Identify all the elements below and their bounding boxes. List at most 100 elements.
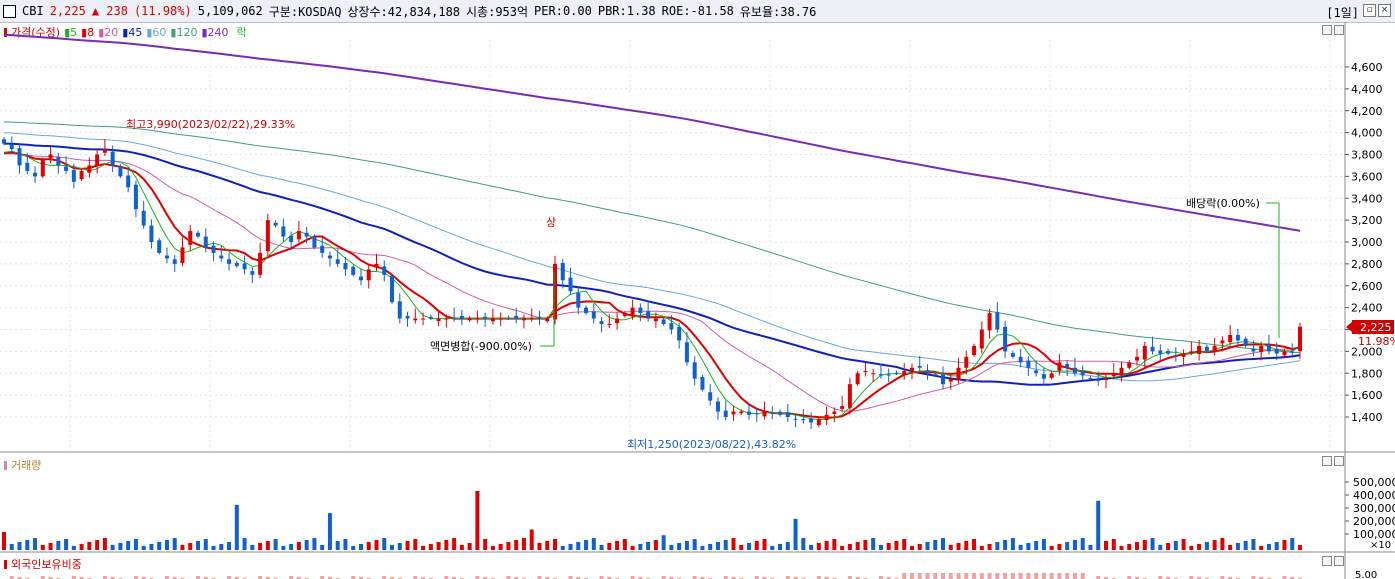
foreign-bar bbox=[917, 573, 922, 579]
candle-body bbox=[747, 411, 752, 415]
candle-body bbox=[327, 255, 332, 259]
volume-bar bbox=[956, 542, 961, 550]
volume-bar bbox=[203, 539, 208, 550]
volume-bar bbox=[1173, 540, 1178, 550]
candle-body bbox=[537, 316, 542, 319]
candle-body bbox=[71, 170, 76, 182]
candle-body bbox=[390, 275, 395, 303]
volume-bar bbox=[1220, 538, 1225, 550]
candle-body bbox=[475, 318, 480, 320]
foreign-bars bbox=[9, 573, 1302, 579]
candle-body bbox=[1197, 345, 1202, 354]
volume-bar bbox=[653, 539, 658, 550]
candle-body bbox=[933, 374, 938, 376]
volume-bar bbox=[459, 544, 464, 550]
pbr-value: PBR:1.38 bbox=[597, 4, 656, 18]
candle-body bbox=[622, 313, 627, 316]
volume-bar bbox=[723, 539, 728, 550]
volume-bar bbox=[599, 544, 604, 550]
candle-body bbox=[312, 236, 317, 248]
volume-bar bbox=[351, 545, 356, 550]
candle-body bbox=[832, 411, 837, 414]
volume-bar bbox=[692, 539, 697, 550]
volume-bar bbox=[979, 545, 984, 550]
volume-bar bbox=[855, 541, 860, 550]
foreign-bar bbox=[964, 573, 969, 579]
price-change-pct: (11.98%) bbox=[133, 4, 192, 18]
candle-body bbox=[1251, 348, 1256, 352]
volume-bar bbox=[320, 544, 325, 550]
ma-line-60 bbox=[3, 132, 1301, 382]
volume-bar bbox=[1119, 545, 1124, 550]
candle-body bbox=[529, 318, 534, 320]
candle-body bbox=[1096, 379, 1101, 381]
candle-body bbox=[1266, 345, 1271, 352]
foreign-bar bbox=[979, 573, 984, 579]
volume-bar bbox=[397, 542, 402, 550]
candle-body bbox=[320, 245, 325, 253]
candle-body bbox=[467, 318, 472, 321]
volume-bar bbox=[591, 538, 596, 550]
low-annotation: 최저1,250(2023/08/22),43.82% bbox=[627, 438, 796, 451]
candle-body bbox=[816, 419, 821, 426]
candle-body bbox=[956, 367, 961, 381]
volume-bar bbox=[700, 545, 705, 550]
candle-body bbox=[25, 162, 30, 171]
volume-bar bbox=[677, 542, 682, 550]
current-price-tag: 2,225 bbox=[1360, 321, 1392, 334]
volume-bar bbox=[483, 539, 488, 550]
candle-body bbox=[708, 392, 713, 401]
volume-bar bbox=[1150, 538, 1155, 550]
volume-bar bbox=[987, 543, 992, 550]
candle-body bbox=[1080, 371, 1085, 376]
candle-body bbox=[778, 411, 783, 415]
candle-body bbox=[1189, 351, 1194, 353]
volume-bar bbox=[995, 541, 1000, 550]
close-icon[interactable]: × bbox=[1378, 4, 1391, 17]
volume-value: 5,109,062 bbox=[197, 4, 263, 18]
candle-body bbox=[948, 378, 953, 382]
volume-bar bbox=[801, 538, 806, 550]
restore-icon[interactable]: ▫ bbox=[1363, 4, 1376, 17]
candle-body bbox=[382, 266, 387, 275]
price-tick-label: 4,200 bbox=[1351, 105, 1383, 118]
per-value: PER:0.00 bbox=[534, 4, 592, 18]
volume-bar bbox=[1088, 544, 1093, 550]
stock-select-checkbox[interactable] bbox=[3, 4, 16, 18]
candle-body bbox=[1204, 346, 1209, 352]
dividend-annotation: 배당락(0.00%) bbox=[1186, 197, 1260, 210]
candle-body bbox=[762, 411, 767, 417]
volume-bar bbox=[33, 538, 38, 550]
candle-body bbox=[483, 316, 488, 319]
candle-body bbox=[343, 263, 348, 270]
candle-body bbox=[941, 374, 946, 385]
candle-body bbox=[964, 356, 969, 368]
candle-body bbox=[1072, 367, 1077, 374]
volume-bar bbox=[925, 541, 930, 550]
candle-body bbox=[1003, 326, 1008, 352]
volume-bar bbox=[1127, 543, 1132, 550]
candle-body bbox=[444, 318, 449, 320]
candle-body bbox=[793, 418, 798, 420]
volume-bar bbox=[708, 543, 713, 550]
period-selector[interactable]: [1일] bbox=[1326, 4, 1359, 21]
candle-body bbox=[374, 263, 379, 268]
volume-bar bbox=[157, 541, 162, 550]
volume-bar bbox=[847, 543, 852, 550]
volume-bar bbox=[95, 539, 100, 550]
stock-chart[interactable]: 4,600 4,400 4,200 4,000 3,800 3,600 3,400 3,200… bbox=[0, 22, 1395, 579]
candle-body bbox=[809, 418, 814, 423]
candle-body bbox=[164, 255, 169, 259]
volume-bar bbox=[1135, 541, 1140, 550]
volume-bar bbox=[296, 541, 301, 550]
candle-body bbox=[1041, 374, 1046, 379]
volume-bar bbox=[1111, 539, 1116, 550]
candle-body bbox=[863, 371, 868, 373]
candle-body bbox=[1274, 348, 1279, 354]
volume-bar bbox=[754, 540, 759, 550]
volume-bar bbox=[584, 539, 589, 550]
candle-body bbox=[1282, 351, 1287, 356]
price-axis: 4,600 4,400 4,200 4,000 3,800 3,600 3,400 3,200… bbox=[1345, 61, 1383, 424]
volume-bar bbox=[56, 540, 61, 550]
candle-body bbox=[995, 312, 1000, 330]
